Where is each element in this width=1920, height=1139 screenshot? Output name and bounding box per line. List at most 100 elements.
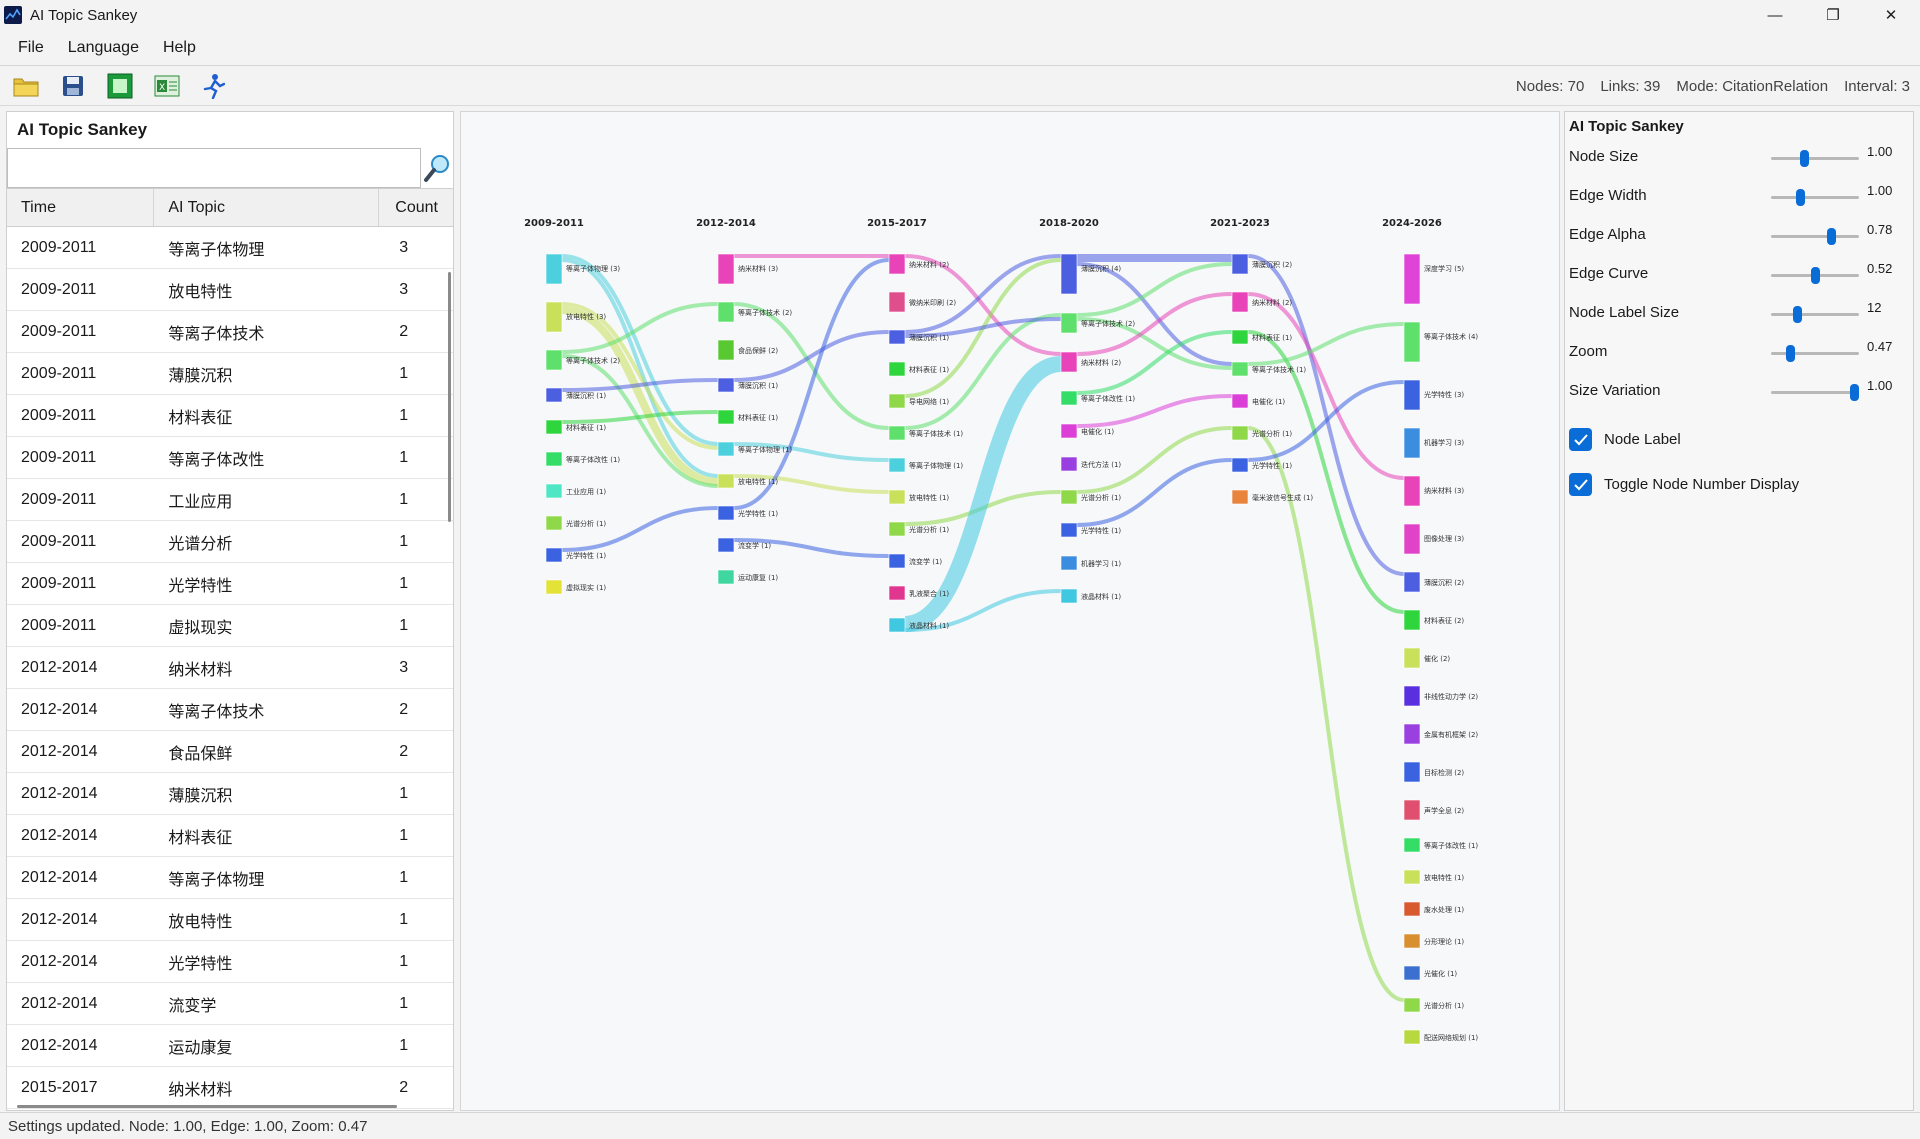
sankey-node[interactable]	[717, 301, 735, 323]
sankey-node[interactable]	[1403, 609, 1421, 631]
sankey-node[interactable]	[1231, 291, 1249, 313]
run-icon[interactable]	[198, 70, 230, 102]
node-label-size-slider[interactable]	[1771, 306, 1859, 323]
sankey-node[interactable]	[1403, 869, 1421, 885]
sankey-node[interactable]	[1231, 329, 1249, 345]
sankey-node[interactable]	[888, 521, 906, 537]
sankey-node[interactable]	[1403, 253, 1421, 305]
sankey-node[interactable]	[717, 569, 735, 585]
sankey-node[interactable]	[1231, 425, 1249, 441]
sankey-node[interactable]	[1403, 901, 1421, 917]
table-row[interactable]: 2012-2014 光学特性 1	[7, 941, 453, 983]
sankey-node[interactable]	[1403, 523, 1421, 555]
checkbox-row[interactable]: Node Label	[1565, 417, 1913, 462]
sankey-node[interactable]	[1060, 423, 1078, 439]
sankey-node[interactable]	[545, 301, 563, 333]
table-row[interactable]: 2009-2011 等离子体技术 2	[7, 311, 453, 353]
sankey-node[interactable]	[1231, 393, 1249, 409]
table-row[interactable]: 2012-2014 等离子体技术 2	[7, 689, 453, 731]
column-header-count[interactable]: Count	[379, 189, 453, 226]
sankey-node[interactable]	[1060, 456, 1078, 472]
node-size-slider[interactable]	[1771, 150, 1859, 167]
table-row[interactable]: 2015-2017 纳米材料 2	[7, 1067, 453, 1109]
sankey-node[interactable]	[717, 473, 735, 489]
open-folder-icon[interactable]	[10, 70, 42, 102]
sankey-node[interactable]	[717, 537, 735, 553]
table-row[interactable]: 2012-2014 材料表征 1	[7, 815, 453, 857]
sankey-node[interactable]	[888, 253, 906, 275]
sankey-node[interactable]	[717, 505, 735, 521]
slider-thumb[interactable]	[1811, 267, 1820, 284]
sankey-node[interactable]	[717, 377, 735, 393]
sankey-node[interactable]	[545, 451, 563, 467]
sankey-node[interactable]	[888, 291, 906, 313]
export-image-icon[interactable]	[104, 70, 136, 102]
sankey-node[interactable]	[1231, 457, 1249, 473]
sankey-node[interactable]	[888, 553, 906, 569]
sankey-canvas[interactable]: 2009-2011 2012-2014 2015-2017 2018-2020 2021…	[460, 111, 1560, 1111]
minimize-icon[interactable]: —	[1746, 0, 1804, 30]
sankey-node[interactable]	[1403, 933, 1421, 949]
sankey-node[interactable]	[1403, 723, 1421, 745]
table-row[interactable]: 2009-2011 等离子体物理 3	[7, 227, 453, 269]
sankey-link[interactable]	[1076, 458, 1233, 527]
slider-thumb[interactable]	[1826, 228, 1836, 245]
sankey-node[interactable]	[888, 617, 906, 633]
edge-curve-slider[interactable]	[1771, 267, 1859, 284]
sankey-node[interactable]	[1403, 647, 1421, 669]
sankey-node[interactable]	[545, 579, 563, 595]
sankey-node[interactable]	[717, 409, 735, 425]
edge-alpha-slider[interactable]	[1771, 228, 1859, 245]
close-icon[interactable]: ✕	[1862, 0, 1920, 30]
slider-thumb[interactable]	[1849, 384, 1859, 401]
sankey-node[interactable]	[545, 515, 563, 531]
sankey-link[interactable]	[733, 330, 890, 382]
sankey-node[interactable]	[1403, 321, 1421, 363]
sankey-node[interactable]	[1403, 571, 1421, 593]
table-row[interactable]: 2012-2014 薄膜沉积 1	[7, 773, 453, 815]
table-row[interactable]: 2009-2011 等离子体改性 1	[7, 437, 453, 479]
sankey-node[interactable]	[1060, 253, 1078, 295]
size-variation-slider[interactable]	[1771, 384, 1859, 401]
table-row[interactable]: 2012-2014 纳米材料 3	[7, 647, 453, 689]
zoom-slider[interactable]	[1771, 345, 1859, 362]
sankey-node[interactable]	[1403, 379, 1421, 411]
sankey-node[interactable]	[717, 339, 735, 361]
sankey-node[interactable]	[1403, 837, 1421, 853]
menu-help[interactable]: Help	[153, 39, 206, 57]
sankey-node[interactable]	[1403, 685, 1421, 707]
menu-language[interactable]: Language	[58, 39, 149, 57]
table-row[interactable]: 2012-2014 放电特性 1	[7, 899, 453, 941]
save-icon[interactable]	[57, 70, 89, 102]
table-row[interactable]: 2012-2014 流变学 1	[7, 983, 453, 1025]
sankey-node[interactable]	[1060, 351, 1078, 373]
sankey-node[interactable]	[1403, 761, 1421, 783]
sankey-node[interactable]	[888, 425, 906, 441]
sankey-node[interactable]	[888, 585, 906, 601]
sankey-node[interactable]	[888, 329, 906, 345]
sankey-node[interactable]	[888, 393, 906, 409]
table-row[interactable]: 2009-2011 光学特性 1	[7, 563, 453, 605]
sankey-node[interactable]	[1231, 253, 1249, 275]
search-icon[interactable]	[421, 148, 453, 188]
sankey-node[interactable]	[1403, 965, 1421, 981]
table-row[interactable]: 2012-2014 运动康复 1	[7, 1025, 453, 1067]
sankey-node[interactable]	[888, 361, 906, 377]
table-row[interactable]: 2009-2011 工业应用 1	[7, 479, 453, 521]
sankey-link[interactable]	[561, 506, 719, 552]
slider-thumb[interactable]	[1800, 150, 1810, 167]
sankey-node[interactable]	[545, 387, 563, 403]
edge-width-slider[interactable]	[1771, 189, 1859, 206]
table-row[interactable]: 2009-2011 光谱分析 1	[7, 521, 453, 563]
sankey-node[interactable]	[1403, 427, 1421, 459]
sankey-node[interactable]	[545, 483, 563, 499]
sankey-node[interactable]	[1060, 588, 1078, 604]
node-label-checkbox[interactable]	[1569, 428, 1592, 451]
sankey-node[interactable]	[888, 489, 906, 505]
sankey-node[interactable]	[545, 547, 563, 563]
sankey-node[interactable]	[888, 457, 906, 473]
sankey-node[interactable]	[1231, 489, 1249, 505]
sankey-node[interactable]	[1403, 997, 1421, 1013]
sankey-link[interactable]	[1247, 426, 1405, 1002]
sankey-node[interactable]	[1403, 1029, 1421, 1045]
